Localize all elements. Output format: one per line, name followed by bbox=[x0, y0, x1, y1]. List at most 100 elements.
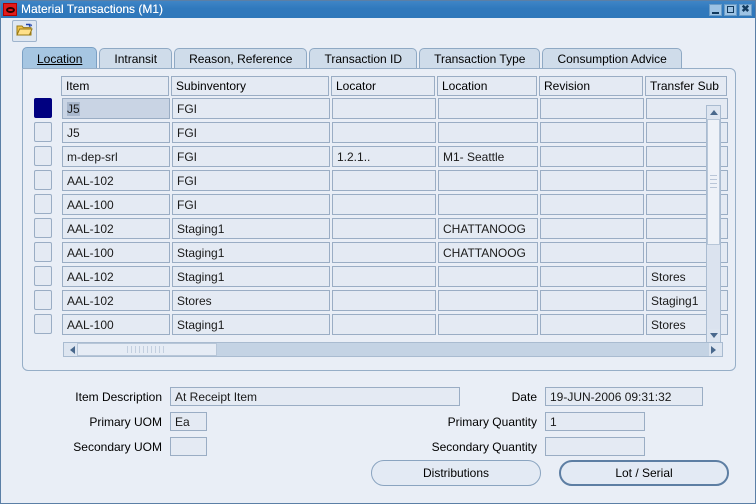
secondary-uom-field[interactable] bbox=[170, 437, 207, 456]
open-folder-icon[interactable] bbox=[12, 19, 37, 42]
row-selector[interactable] bbox=[34, 122, 52, 142]
cell-location[interactable]: M1- Seattle bbox=[438, 146, 538, 167]
tab-reason-reference[interactable]: Reason, Reference bbox=[174, 48, 308, 69]
row-selector[interactable] bbox=[34, 218, 52, 238]
cell-subinventory[interactable]: Staging1 bbox=[172, 218, 330, 239]
table-row[interactable]: J5 FGI bbox=[31, 98, 729, 122]
date-field[interactable]: 19-JUN-2006 09:31:32 bbox=[545, 387, 703, 406]
column-header-item[interactable]: Item bbox=[61, 76, 169, 96]
scroll-down-arrow-icon[interactable] bbox=[707, 329, 720, 342]
close-icon[interactable]: ✖ bbox=[739, 3, 752, 16]
row-selector[interactable] bbox=[34, 194, 52, 214]
secondary-quantity-field[interactable] bbox=[545, 437, 645, 456]
scroll-right-arrow-icon[interactable] bbox=[709, 343, 722, 356]
cell-location[interactable] bbox=[438, 170, 538, 191]
table-row[interactable]: AAL-100 Staging1 Stores bbox=[31, 314, 729, 338]
column-header-location[interactable]: Location bbox=[437, 76, 537, 96]
cell-location[interactable] bbox=[438, 122, 538, 143]
tab-consumption-advice[interactable]: Consumption Advice bbox=[542, 48, 682, 69]
scroll-left-arrow-icon[interactable] bbox=[64, 343, 77, 356]
row-selector[interactable] bbox=[34, 170, 52, 190]
cell-revision[interactable] bbox=[540, 194, 644, 215]
cell-revision[interactable] bbox=[540, 242, 644, 263]
cell-item[interactable]: m-dep-srl bbox=[62, 146, 170, 167]
cell-item[interactable]: J5 bbox=[62, 98, 170, 119]
cell-locator[interactable] bbox=[332, 218, 436, 239]
cell-location[interactable] bbox=[438, 194, 538, 215]
horizontal-scroll-thumb[interactable] bbox=[77, 343, 217, 356]
cell-locator[interactable] bbox=[332, 266, 436, 287]
cell-subinventory[interactable]: FGI bbox=[172, 98, 330, 119]
row-selector[interactable] bbox=[34, 266, 52, 286]
cell-location[interactable] bbox=[438, 314, 538, 335]
cell-item[interactable]: AAL-100 bbox=[62, 242, 170, 263]
cell-location[interactable]: CHATTANOOG bbox=[438, 218, 538, 239]
cell-locator[interactable] bbox=[332, 242, 436, 263]
cell-item[interactable]: J5 bbox=[62, 122, 170, 143]
grid-horizontal-scrollbar[interactable] bbox=[63, 342, 723, 357]
tab-transaction-type[interactable]: Transaction Type bbox=[419, 48, 541, 69]
cell-revision[interactable] bbox=[540, 122, 644, 143]
cell-location[interactable]: CHATTANOOG bbox=[438, 242, 538, 263]
cell-subinventory[interactable]: FGI bbox=[172, 194, 330, 215]
column-header-subinventory[interactable]: Subinventory bbox=[171, 76, 329, 96]
cell-revision[interactable] bbox=[540, 266, 644, 287]
scroll-up-arrow-icon[interactable] bbox=[707, 106, 720, 119]
cell-subinventory[interactable]: FGI bbox=[172, 146, 330, 167]
cell-revision[interactable] bbox=[540, 98, 644, 119]
lot-serial-button[interactable]: Lot / Serial bbox=[559, 460, 729, 486]
cell-revision[interactable] bbox=[540, 146, 644, 167]
cell-revision[interactable] bbox=[540, 314, 644, 335]
cell-subinventory[interactable]: Stores bbox=[172, 290, 330, 311]
cell-location[interactable] bbox=[438, 290, 538, 311]
cell-subinventory[interactable]: Staging1 bbox=[172, 314, 330, 335]
tab-transaction-id[interactable]: Transaction ID bbox=[309, 48, 418, 69]
table-row[interactable]: AAL-102 FGI bbox=[31, 170, 729, 194]
cell-locator[interactable]: 1.2.1.. bbox=[332, 146, 436, 167]
cell-item[interactable]: AAL-102 bbox=[62, 170, 170, 191]
row-selector[interactable] bbox=[34, 314, 52, 334]
minimize-icon[interactable] bbox=[709, 3, 722, 16]
primary-uom-field[interactable]: Ea bbox=[170, 412, 207, 431]
cell-locator[interactable] bbox=[332, 170, 436, 191]
cell-revision[interactable] bbox=[540, 290, 644, 311]
vertical-scroll-thumb[interactable] bbox=[707, 119, 720, 245]
cell-subinventory[interactable]: Staging1 bbox=[172, 242, 330, 263]
maximize-icon[interactable] bbox=[724, 3, 737, 16]
cell-item[interactable]: AAL-100 bbox=[62, 194, 170, 215]
cell-subinventory[interactable]: Staging1 bbox=[172, 266, 330, 287]
table-row[interactable]: AAL-102 Staging1 CHATTANOOG bbox=[31, 218, 729, 242]
cell-revision[interactable] bbox=[540, 170, 644, 191]
cell-locator[interactable] bbox=[332, 122, 436, 143]
primary-quantity-field[interactable]: 1 bbox=[545, 412, 645, 431]
table-row[interactable]: m-dep-srl FGI 1.2.1.. M1- Seattle bbox=[31, 146, 729, 170]
cell-item[interactable]: AAL-102 bbox=[62, 266, 170, 287]
column-header-transfer-sub[interactable]: Transfer Sub bbox=[645, 76, 727, 96]
cell-revision[interactable] bbox=[540, 218, 644, 239]
table-row[interactable]: AAL-102 Staging1 Stores bbox=[31, 266, 729, 290]
cell-locator[interactable] bbox=[332, 314, 436, 335]
cell-subinventory[interactable]: FGI bbox=[172, 122, 330, 143]
distributions-button[interactable]: Distributions bbox=[371, 460, 541, 486]
cell-locator[interactable] bbox=[332, 290, 436, 311]
cell-locator[interactable] bbox=[332, 98, 436, 119]
tab-location[interactable]: Location bbox=[22, 47, 98, 69]
row-selector[interactable] bbox=[34, 242, 52, 262]
grid-vertical-scrollbar[interactable] bbox=[706, 105, 721, 343]
tab-intransit[interactable]: Intransit bbox=[99, 48, 173, 69]
table-row[interactable]: AAL-102 Stores Staging1 bbox=[31, 290, 729, 314]
table-row[interactable]: J5 FGI bbox=[31, 122, 729, 146]
cell-item[interactable]: AAL-102 bbox=[62, 290, 170, 311]
cell-item[interactable]: AAL-102 bbox=[62, 218, 170, 239]
row-selector[interactable] bbox=[34, 146, 52, 166]
row-selector[interactable] bbox=[34, 98, 52, 118]
cell-item[interactable]: AAL-100 bbox=[62, 314, 170, 335]
cell-location[interactable] bbox=[438, 98, 538, 119]
column-header-revision[interactable]: Revision bbox=[539, 76, 643, 96]
vertical-scroll-track[interactable] bbox=[707, 119, 720, 329]
table-row[interactable]: AAL-100 FGI bbox=[31, 194, 729, 218]
column-header-locator[interactable]: Locator bbox=[331, 76, 435, 96]
table-row[interactable]: AAL-100 Staging1 CHATTANOOG bbox=[31, 242, 729, 266]
cell-subinventory[interactable]: FGI bbox=[172, 170, 330, 191]
row-selector[interactable] bbox=[34, 290, 52, 310]
